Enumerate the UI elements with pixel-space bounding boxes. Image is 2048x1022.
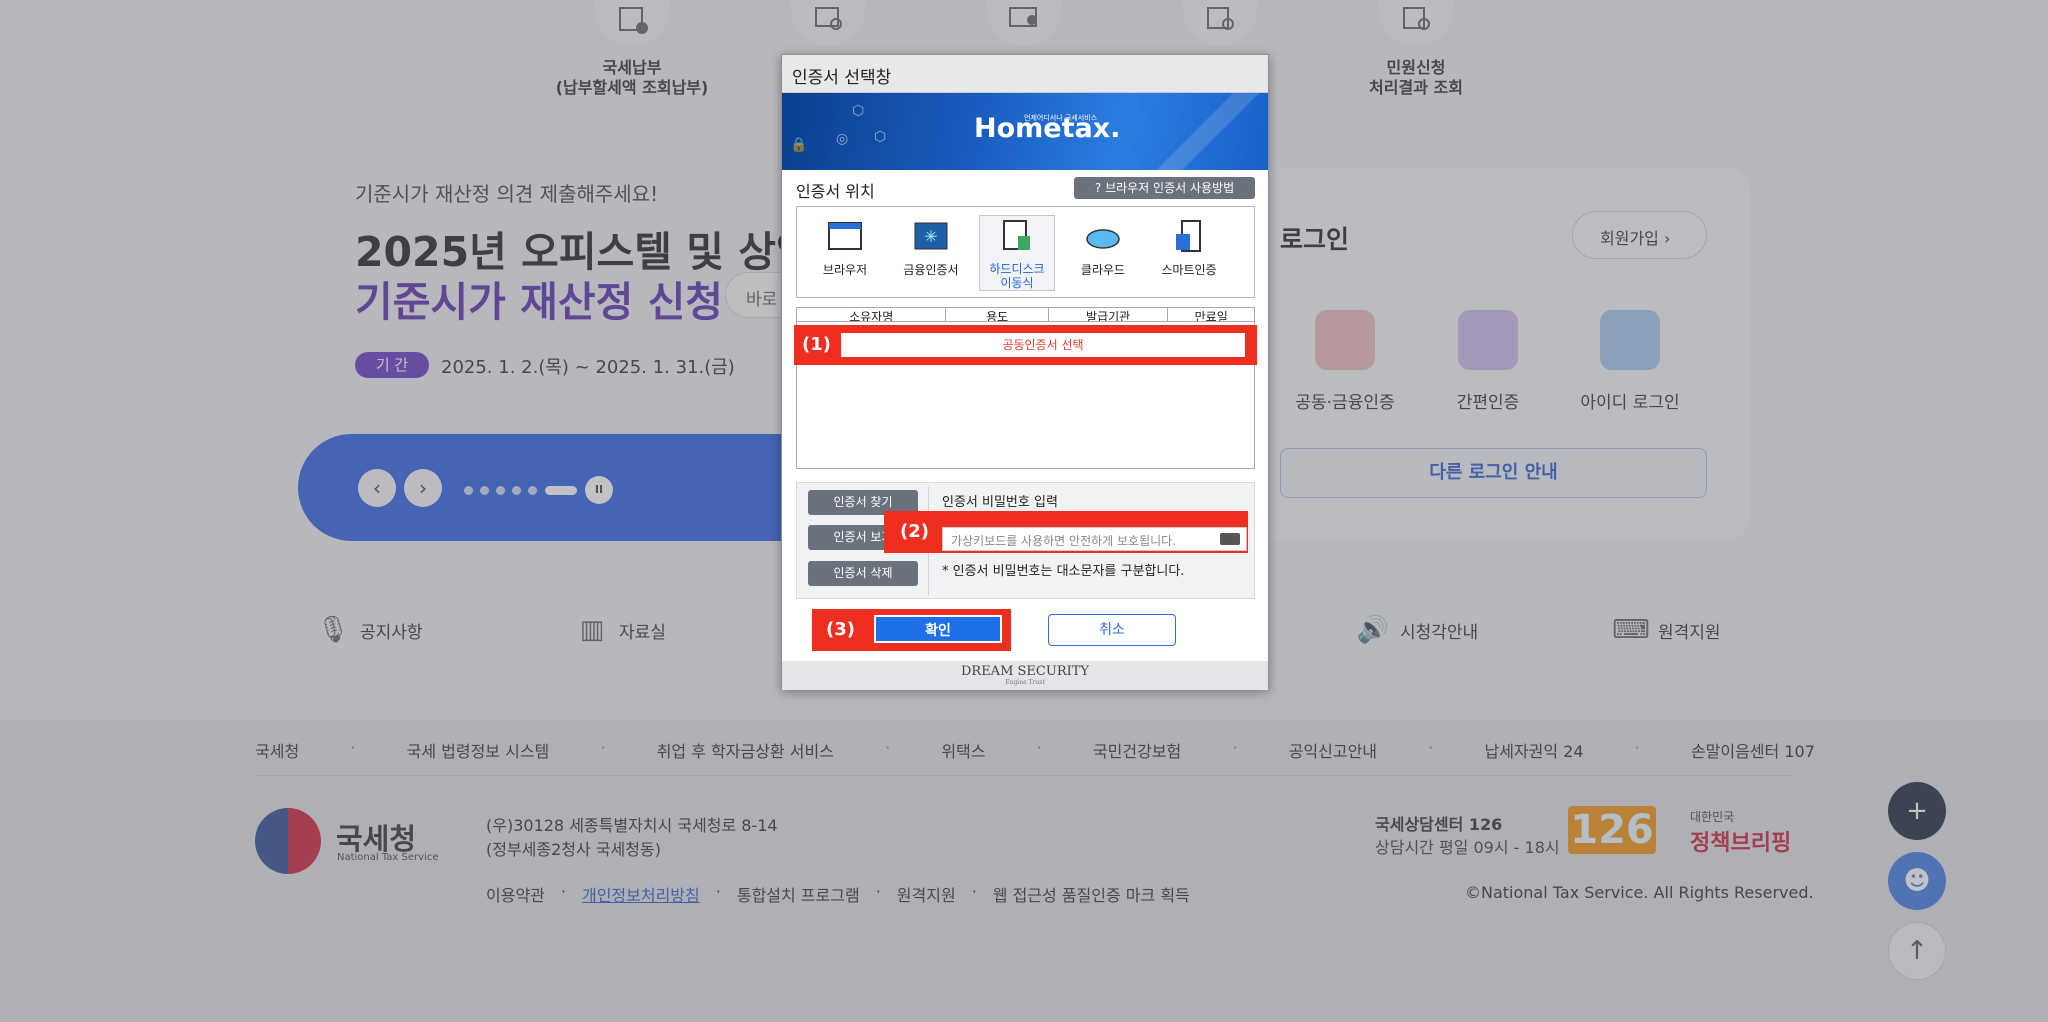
location-label: 금융인증서 <box>903 263 959 277</box>
certificate-select-dialog: 인증서 선택창 🔒 ⬡ ⬡ ◎ Hometax. 언제어디서나 국세서비스 인증… <box>781 54 1269 690</box>
location-smart-cert[interactable]: 스마트인증 <box>1151 215 1227 291</box>
confirm-button[interactable]: 확인 <box>874 615 1002 643</box>
col-owner: 소유자명 <box>797 308 947 321</box>
location-label: 스마트인증 <box>1161 263 1217 277</box>
cloud-icon <box>1084 219 1122 253</box>
smart-cert-icon <box>1170 219 1208 253</box>
location-browser[interactable]: 브라우저 <box>807 215 883 291</box>
cert-location-box: 브라우저 ✳ 금융인증서 하드디스크 이동식 클라우드 스마트인증 <box>796 206 1255 298</box>
svg-text:✳: ✳ <box>924 227 937 246</box>
col-issuer: 발급기관 <box>1049 308 1169 321</box>
hexagon-icon: ⬡ <box>874 129 887 145</box>
circuit-icon: ◎ <box>836 131 849 147</box>
password-note: * 인증서 비밀번호는 대소문자를 구분합니다. <box>942 564 1185 579</box>
location-hard-disk[interactable]: 하드디스크 이동식 <box>979 215 1055 291</box>
cert-table-header: 소유자명 용도 발급기관 만료일 <box>797 308 1254 322</box>
hometax-tagline: 언제어디서나 국세서비스 <box>1024 114 1098 122</box>
location-label: 브라우저 <box>822 263 868 277</box>
col-expiry: 만료일 <box>1194 310 1228 322</box>
dialog-title: 인증서 선택창 <box>782 55 1268 93</box>
password-label: 인증서 비밀번호 입력 <box>942 495 1058 510</box>
location-financial-cert[interactable]: ✳ 금융인증서 <box>893 215 969 291</box>
cert-row-joint-certificate[interactable]: 공동인증서 선택 <box>841 333 1245 357</box>
cert-password-input[interactable]: 가상키보드를 사용하면 안전하게 보호됩니다. <box>942 527 1247 551</box>
annotation-1-label: (1) <box>802 334 831 355</box>
banner-decoration <box>1148 93 1268 170</box>
virtual-keyboard-icon[interactable] <box>1220 533 1240 545</box>
browser-window-icon <box>826 219 864 253</box>
location-label: 클라우드 <box>1080 263 1126 277</box>
col-usage: 용도 <box>946 308 1049 321</box>
password-placeholder: 가상키보드를 사용하면 안전하게 보호됩니다. <box>951 534 1177 548</box>
dream-security-logo: DREAM SECURITY <box>960 664 1089 679</box>
financial-cert-icon: ✳ <box>912 219 950 253</box>
cert-location-label: 인증서 위치 <box>796 182 875 201</box>
cancel-button[interactable]: 취소 <box>1048 614 1176 646</box>
location-label: 하드디스크 이동식 <box>989 262 1045 290</box>
question-icon: ? <box>1094 181 1102 195</box>
location-cloud[interactable]: 클라우드 <box>1065 215 1141 291</box>
annotation-2-label: (2) <box>900 521 929 542</box>
help-button-label: 브라우저 인증서 사용방법 <box>1105 181 1235 195</box>
annotation-3-label: (3) <box>826 619 855 640</box>
dream-security-footer: DREAM SECURITY Engine Trust <box>782 661 1268 690</box>
dream-security-tagline: Engine Trust <box>1005 679 1045 686</box>
browser-cert-help-button[interactable]: ? 브라우저 인증서 사용방법 <box>1074 177 1255 199</box>
lock-icon: 🔒 <box>790 137 808 153</box>
delete-cert-button[interactable]: 인증서 삭제 <box>808 561 918 586</box>
hexagon-icon: ⬡ <box>852 103 865 119</box>
hard-disk-usb-icon <box>998 220 1036 254</box>
hometax-banner: 🔒 ⬡ ⬡ ◎ Hometax. 언제어디서나 국세서비스 <box>782 93 1268 170</box>
